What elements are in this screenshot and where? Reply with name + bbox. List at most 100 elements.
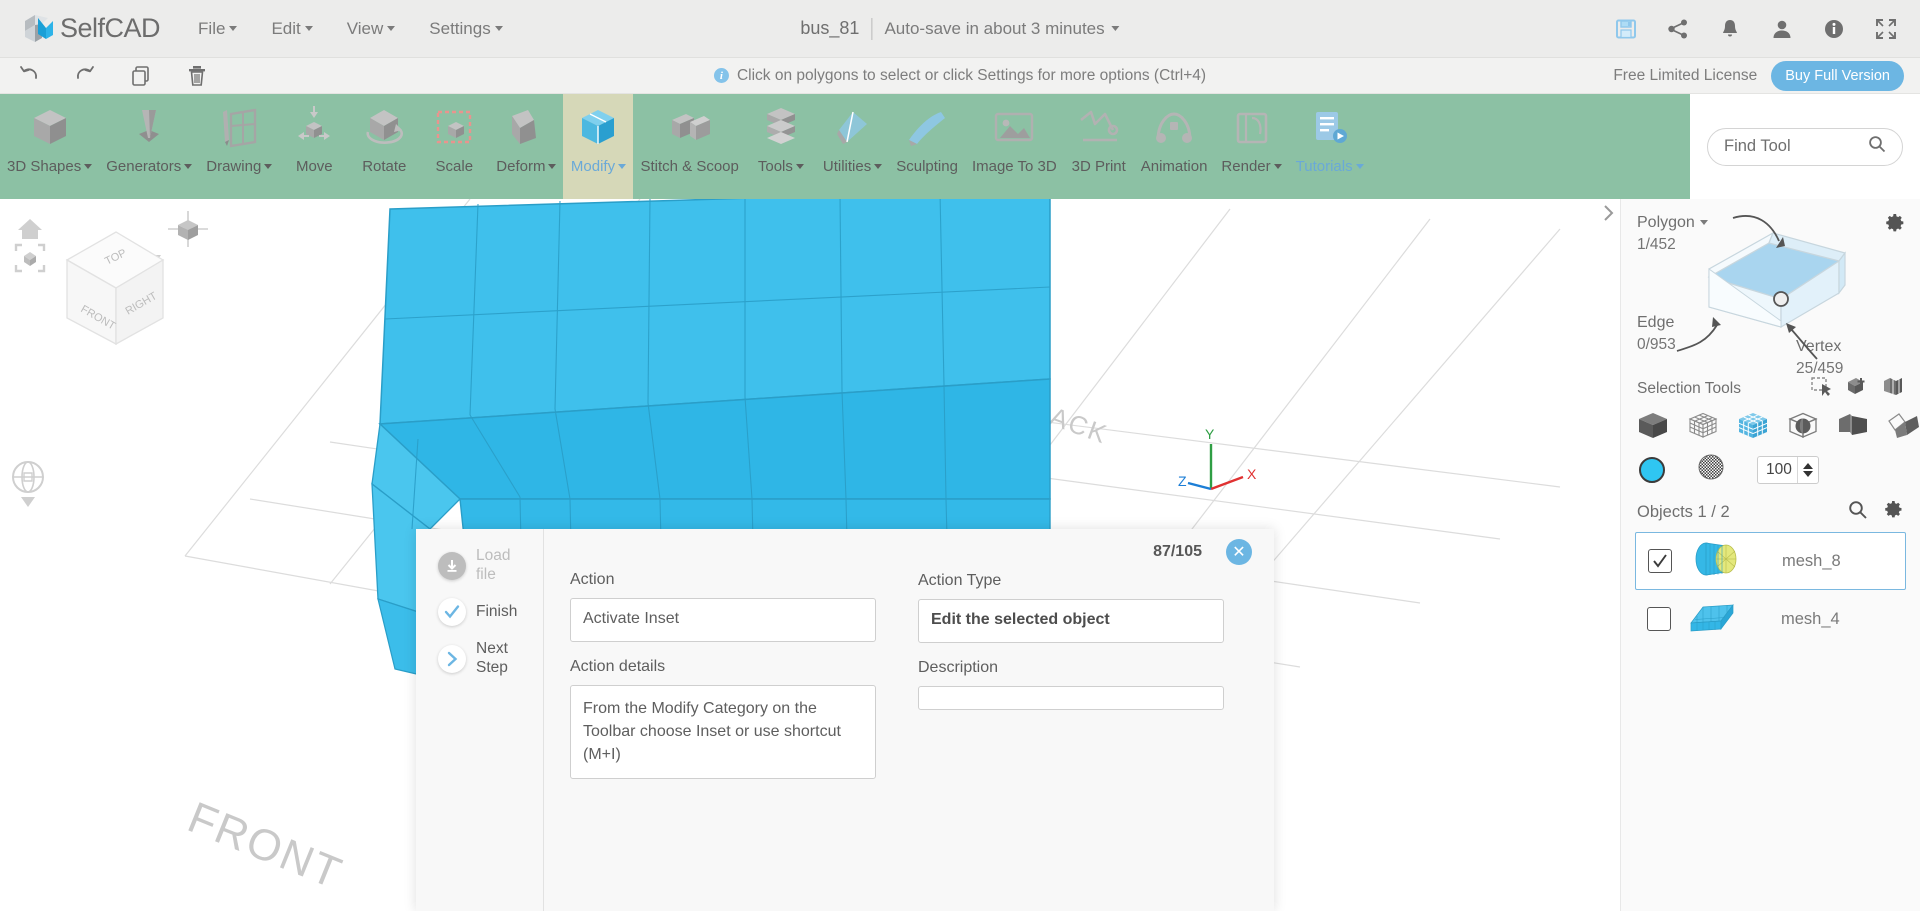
fit-to-view-icon[interactable]	[14, 243, 46, 273]
svg-text:X: X	[1247, 466, 1257, 482]
view-cube[interactable]: TOP FRONT RIGHT	[65, 231, 165, 346]
selection-strength-value: 100	[1766, 460, 1792, 478]
description-input[interactable]	[918, 686, 1224, 710]
spinner-down-icon[interactable]	[1803, 470, 1813, 477]
action-details-input[interactable]: From the Modify Category on the Toolbar …	[570, 685, 876, 779]
toolbar-item-drawing[interactable]: Drawing	[199, 94, 279, 199]
toolbar-label: Utilities	[823, 158, 883, 175]
copy-icon[interactable]	[128, 63, 154, 89]
deform-cube-icon	[500, 102, 552, 154]
toolbar-item-scale[interactable]: Scale	[419, 94, 489, 199]
object-checkbox[interactable]	[1648, 549, 1672, 573]
menu-item-edit[interactable]: Edit	[271, 18, 313, 39]
buy-full-version-button[interactable]: Buy Full Version	[1771, 60, 1904, 91]
search-icon[interactable]	[1848, 500, 1867, 524]
multi-object-select-icon[interactable]	[1882, 376, 1904, 401]
selection-color-swatch[interactable]	[1639, 456, 1665, 483]
document-name[interactable]: bus_81	[800, 18, 859, 39]
toolbar-item-label: Deform	[496, 158, 546, 175]
toolbar-label: Move	[296, 158, 333, 175]
tutorial-step-load-file[interactable]: Load file	[438, 547, 532, 584]
checker-sphere-icon[interactable]	[1697, 453, 1725, 486]
tutorial-fields: Action Activate Inset Action details Fro…	[570, 571, 1248, 779]
spinner-stepper[interactable]	[1797, 456, 1818, 483]
share-icon[interactable]	[1666, 17, 1690, 41]
action-input[interactable]: Activate Inset	[570, 598, 876, 642]
sculpting-brush-icon	[901, 102, 953, 154]
sphere-in-cube-mode-icon[interactable]	[1787, 411, 1819, 441]
unfold-face-mode-icon[interactable]	[1887, 411, 1920, 441]
orbit-dropdown-caret[interactable]	[21, 497, 35, 507]
toolbar-item-utilities[interactable]: Utilities	[816, 94, 889, 199]
toolbar-item-stitch-scoop[interactable]: Stitch & Scoop	[633, 94, 745, 199]
action-details-label: Action details	[570, 658, 666, 675]
wireframe-cube-mode-icon[interactable]	[1687, 411, 1719, 441]
find-tool-input[interactable]: Find Tool	[1707, 127, 1903, 166]
toolbar-label: Animation	[1141, 158, 1208, 175]
check-icon	[438, 598, 466, 627]
autosave-status[interactable]: Auto-save in about 3 minutes	[884, 19, 1120, 39]
redo-icon[interactable]	[72, 63, 98, 89]
toolbar-item-sculpting[interactable]: Sculpting	[889, 94, 965, 199]
selection-tools-title: Selection Tools	[1637, 379, 1741, 397]
info-icon[interactable]	[1822, 17, 1846, 41]
add-object-select-icon[interactable]	[1846, 376, 1868, 401]
toolbar-item-3d-shapes[interactable]: 3D Shapes	[0, 94, 99, 199]
tutorial-steps: Load file Finish Next Step	[416, 529, 544, 911]
subdivided-cube-mode-icon[interactable]	[1737, 411, 1769, 441]
save-icon[interactable]	[1614, 17, 1638, 41]
toolbar-label: Scale	[436, 158, 474, 175]
chevron-right-icon	[1604, 205, 1614, 221]
list-item[interactable]: mesh_4	[1635, 590, 1906, 648]
solid-cube-mode-icon[interactable]	[1637, 411, 1669, 441]
toolbar-label: Drawing	[206, 158, 273, 175]
toolbar-item-deform[interactable]: Deform	[489, 94, 563, 199]
toolbar-item-generators[interactable]: Generators	[99, 94, 199, 199]
close-icon[interactable]: ✕	[1226, 539, 1252, 565]
user-account-icon[interactable]	[1770, 17, 1794, 41]
action-type-input[interactable]: Edit the selected object	[918, 599, 1224, 643]
nav-home-icon[interactable]	[18, 219, 42, 239]
toolbar-item-tools[interactable]: Tools	[746, 94, 816, 199]
toolbar-item-move[interactable]: Move	[279, 94, 349, 199]
tutorial-step-next[interactable]: Next Step	[438, 640, 532, 677]
selection-strength-input[interactable]: 100	[1757, 455, 1819, 484]
chevron-down-icon	[1355, 164, 1364, 169]
toolbar-label: Generators	[106, 158, 193, 175]
split-cube-mode-icon[interactable]	[1837, 411, 1869, 441]
object-checkbox[interactable]	[1647, 607, 1671, 631]
toolbar-item-3d-print[interactable]: 3D Print	[1064, 94, 1134, 199]
toolbar-item-render[interactable]: Render	[1214, 94, 1288, 199]
object-name: mesh_4	[1781, 609, 1840, 628]
menu-item-edit-label: Edit	[271, 18, 301, 38]
toolbar-item-modify[interactable]: Modify	[563, 94, 634, 199]
axis-snap-icon[interactable]	[168, 211, 208, 247]
tutorial-step-finish[interactable]: Finish	[438, 598, 532, 627]
toolbar-item-rotate[interactable]: Rotate	[349, 94, 419, 199]
axis-indicator: Y X Z	[1178, 426, 1257, 491]
menu-item-file[interactable]: File	[198, 19, 238, 39]
list-item[interactable]: mesh_8	[1635, 532, 1906, 590]
svg-text:Y: Y	[1205, 426, 1215, 442]
spinner-up-icon[interactable]	[1803, 462, 1813, 469]
menu-item-settings[interactable]: Settings	[429, 19, 503, 39]
menu-item-view[interactable]: View	[347, 19, 396, 39]
chevron-down-icon	[387, 26, 396, 31]
notifications-bell-icon[interactable]	[1718, 17, 1742, 41]
cone-drop-icon	[123, 102, 175, 154]
object-thumbnail-bus	[1687, 595, 1737, 644]
app-logo[interactable]: SelfCAD	[22, 12, 161, 46]
move-arrows-icon	[288, 102, 340, 154]
fullscreen-icon[interactable]	[1874, 17, 1898, 41]
undo-icon[interactable]	[16, 63, 42, 89]
gear-icon[interactable]	[1885, 500, 1904, 524]
tutorial-step-counter: 87/105	[1153, 543, 1202, 560]
toolbar-item-label: Scale	[435, 158, 474, 175]
toolbar-item-animation[interactable]: Animation	[1134, 94, 1215, 199]
delete-trash-icon[interactable]	[184, 63, 210, 89]
toolbar-item-tutorials[interactable]: Tutorials	[1289, 94, 1371, 199]
orbit-navigation-icon[interactable]	[12, 461, 44, 493]
toolbar-item-label: Image To 3D	[971, 158, 1057, 175]
panel-toggle-button[interactable]	[1597, 200, 1619, 226]
toolbar-item-image-to-3d[interactable]: Image To 3D	[965, 94, 1064, 199]
